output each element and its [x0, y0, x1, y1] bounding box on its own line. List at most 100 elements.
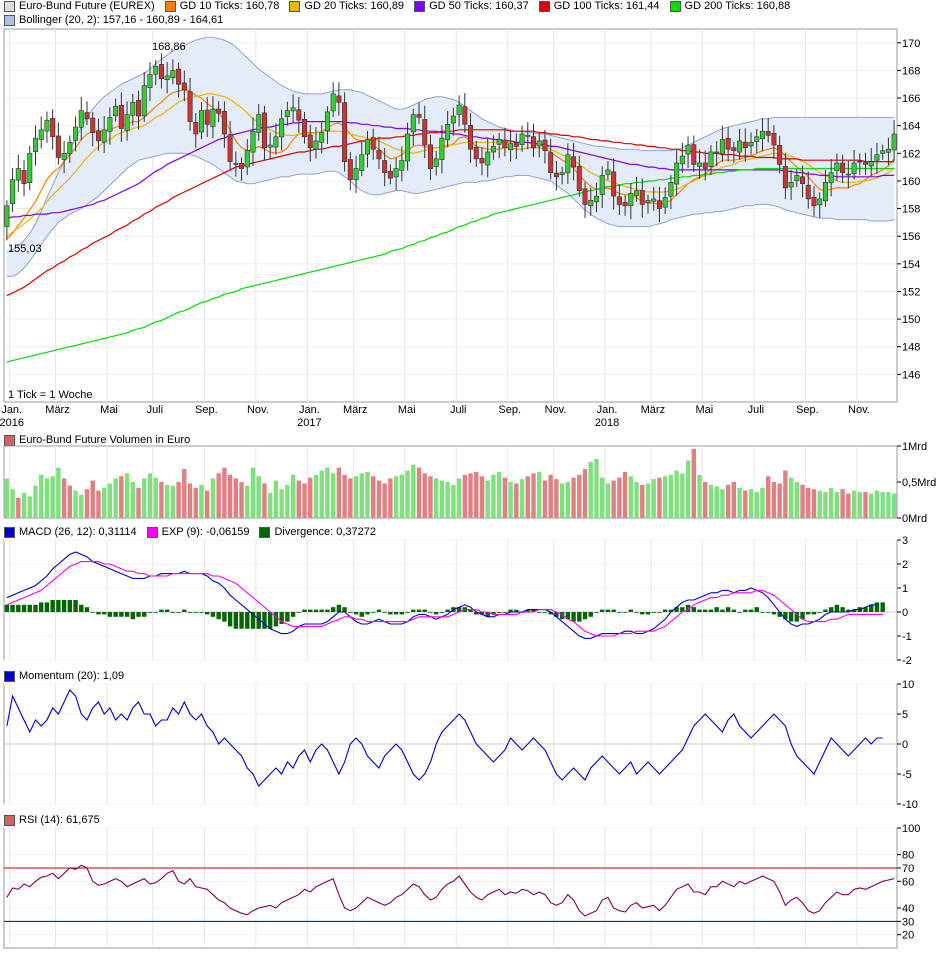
volume-bar — [130, 482, 135, 518]
volume-bar — [846, 493, 851, 518]
divergence-bar — [233, 612, 239, 629]
volume-bar — [216, 473, 221, 518]
candle-body — [754, 136, 760, 142]
volume-bar — [611, 480, 616, 518]
volume-bar — [720, 489, 725, 518]
volume-bar — [788, 477, 794, 518]
volume-bar — [239, 482, 244, 518]
price-y-tick-label: 150 — [902, 314, 920, 326]
volume-bar — [451, 484, 456, 518]
divergence-bar — [365, 612, 370, 615]
volume-bar — [393, 476, 399, 518]
volume-bar — [485, 480, 490, 518]
volume-bar — [743, 490, 748, 518]
candle-body — [731, 147, 737, 151]
candle-body — [834, 162, 840, 171]
divergence-bar — [622, 612, 628, 613]
volume-bar — [325, 467, 330, 518]
volume-bar — [365, 471, 370, 518]
x-month-label: Sep. — [796, 404, 819, 416]
candle-body — [479, 158, 485, 164]
volume-bar — [73, 490, 78, 518]
candle-body — [765, 131, 771, 136]
volume-bar — [342, 474, 347, 518]
macd-y-tick-label: 0 — [902, 607, 908, 619]
high-label: 168,86 — [152, 41, 186, 53]
volume-bar — [90, 480, 95, 518]
divergence-bar — [811, 612, 817, 615]
volume-bar — [319, 470, 324, 518]
x-month-label: Mai — [100, 404, 118, 416]
volume-bar — [531, 473, 536, 518]
candle-body — [634, 190, 640, 196]
divergence-bar — [296, 612, 302, 613]
candle-body — [525, 135, 531, 137]
divergence-bar — [411, 609, 416, 612]
divergence-bar — [840, 607, 845, 612]
volume-bar — [496, 471, 502, 518]
candle-body — [582, 188, 588, 205]
candle-body — [645, 200, 651, 203]
divergence-bar — [159, 609, 164, 612]
candle-body — [817, 198, 823, 206]
divergence-bar — [101, 612, 107, 615]
divergence-bar — [537, 612, 542, 613]
divergence-bar — [720, 609, 725, 612]
candle-body — [21, 170, 27, 185]
volume-bar — [886, 492, 891, 518]
volume-bar — [731, 482, 737, 518]
divergence-bar — [605, 609, 611, 612]
volume-bar — [794, 482, 800, 518]
volume-bar — [703, 482, 708, 518]
volume-bar — [199, 484, 204, 518]
divergence-bar — [817, 612, 822, 613]
volume-bar — [634, 482, 639, 518]
volume-bar — [823, 492, 828, 518]
volume-bar — [222, 467, 227, 518]
candle-body — [113, 106, 119, 117]
divergence-bar — [645, 612, 651, 615]
volume-bar — [445, 482, 450, 518]
macd-y-tick-label: -1 — [902, 631, 912, 643]
divergence-bar — [67, 600, 73, 612]
volume-bar — [559, 483, 565, 518]
candle-body — [273, 136, 279, 148]
candle-body — [519, 133, 525, 146]
candle-body — [593, 195, 599, 203]
volume-bar — [554, 479, 559, 518]
volume-bar — [113, 478, 118, 518]
divergence-bar — [714, 607, 719, 612]
candle-body — [565, 154, 571, 174]
candle-body — [782, 166, 788, 189]
candle-body — [170, 70, 176, 78]
volume-bar — [308, 477, 313, 518]
volume-bar — [193, 487, 198, 518]
momentum-y-tick-label: 5 — [902, 709, 908, 721]
volume-bar — [422, 473, 427, 518]
divergence-bar — [771, 612, 777, 615]
volume-bar — [21, 492, 27, 518]
volume-bar — [296, 480, 302, 518]
candle-body — [737, 140, 743, 153]
divergence-bar — [170, 612, 176, 613]
x-month-label: Jan. — [1, 404, 22, 416]
candle-body — [599, 175, 605, 195]
candle-body — [107, 117, 113, 132]
divergence-bar — [205, 612, 210, 615]
divergence-bar — [651, 612, 656, 613]
divergence-bar — [216, 612, 221, 620]
volume-bar — [571, 477, 576, 518]
volume-bar — [588, 461, 593, 518]
candle-body — [450, 115, 456, 124]
candle-body — [462, 106, 468, 125]
divergence-bar — [828, 607, 834, 612]
candle-body — [674, 162, 680, 185]
candle-body — [330, 93, 336, 112]
divergence-bar — [4, 604, 10, 612]
volume-bar — [708, 484, 714, 518]
candle-body — [851, 162, 857, 174]
volume-bar — [273, 480, 279, 518]
divergence-bar — [640, 612, 645, 615]
divergence-bar — [142, 612, 147, 617]
candle-body — [101, 129, 107, 143]
